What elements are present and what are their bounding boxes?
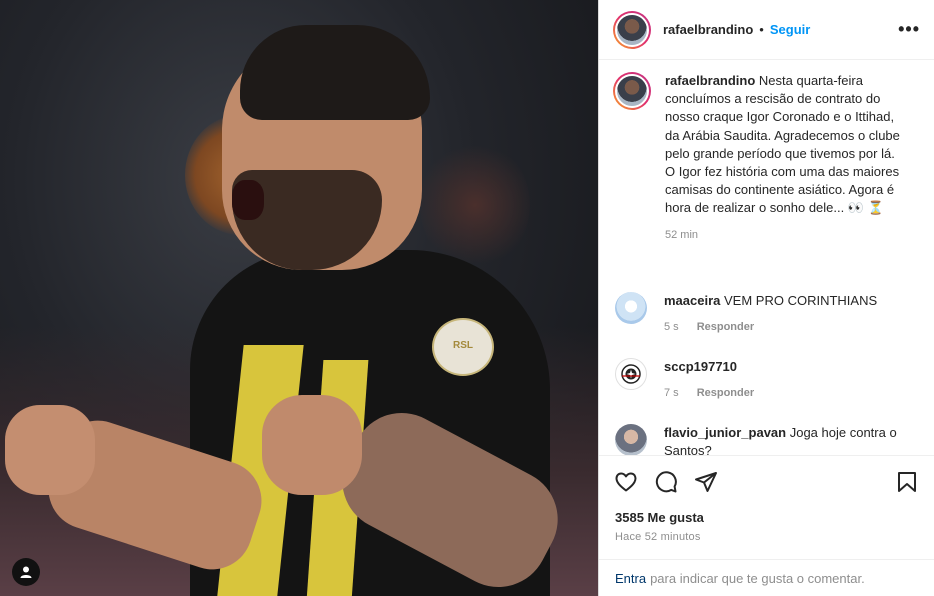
league-badge: RSL [432, 318, 494, 376]
instagram-post: RSL rafaelbrandino • Seguir ••• rafaelbr… [0, 0, 934, 596]
like-count[interactable]: 3585 Me gusta [599, 508, 934, 528]
player-fist-left [5, 405, 95, 495]
post-header: rafaelbrandino • Seguir ••• [599, 0, 934, 60]
comment-username[interactable]: flavio_junior_pavan [664, 425, 786, 440]
commenter-avatar[interactable] [615, 423, 647, 455]
follow-button[interactable]: Seguir [770, 22, 810, 37]
login-prompt-text: para indicar que te gusta o comentar. [650, 570, 865, 586]
player-mouth [232, 180, 264, 220]
tagged-users-button[interactable] [12, 558, 40, 586]
comment-timestamp[interactable]: 7 s [664, 384, 679, 402]
commenter-avatar[interactable] [615, 291, 647, 324]
player-fist-right [262, 395, 362, 495]
comment-item: flavio_junior_pavan Joga hoje contra o S… [613, 423, 920, 455]
bookmark-icon [898, 472, 916, 492]
reply-button[interactable]: Responder [697, 318, 754, 336]
author-avatar[interactable] [613, 10, 651, 49]
caption-username[interactable]: rafaelbrandino [665, 73, 755, 88]
comment-item: sccp197710 7 s Responder [613, 357, 920, 402]
comment-timestamp[interactable]: 5 s [664, 318, 679, 336]
more-options-icon[interactable]: ••• [898, 19, 920, 40]
login-link[interactable]: Entra [615, 571, 646, 586]
post-photo[interactable]: RSL [0, 0, 598, 596]
caption-author-avatar[interactable] [613, 72, 651, 110]
separator-dot: • [759, 22, 764, 37]
bokeh-light [420, 140, 530, 270]
caption-text: Nesta quarta-feira concluímos a rescisão… [665, 73, 900, 216]
share-icon [695, 472, 717, 492]
post-date[interactable]: Hace 52 minutos [599, 529, 934, 545]
comment-text: VEM PRO CORINTHIANS [724, 292, 878, 308]
player-hair [240, 25, 430, 120]
author-username[interactable]: rafaelbrandino [663, 22, 753, 37]
post-caption: rafaelbrandino Nesta quarta-feira conclu… [613, 72, 920, 244]
post-side-panel: rafaelbrandino • Seguir ••• rafaelbrandi… [598, 0, 934, 596]
save-button[interactable] [894, 469, 920, 495]
like-button[interactable] [613, 469, 639, 495]
corinthians-crest-icon [621, 364, 641, 384]
user-icon [20, 566, 32, 578]
share-button[interactable] [693, 469, 719, 495]
league-badge-text: RSL [453, 340, 473, 351]
caption-timestamp[interactable]: 52 min [665, 226, 905, 244]
comment-button[interactable] [653, 469, 679, 495]
commenter-avatar[interactable] [615, 357, 647, 390]
comment-icon [655, 471, 677, 493]
comment-item: maaceira VEM PRO CORINTHIANS 5 s Respond… [613, 291, 920, 336]
heart-icon [615, 472, 637, 492]
comment-username[interactable]: maaceira [664, 293, 720, 308]
reply-button[interactable]: Responder [697, 384, 754, 402]
comments-section[interactable]: rafaelbrandino Nesta quarta-feira conclu… [599, 60, 934, 456]
comment-username[interactable]: sccp197710 [664, 359, 737, 374]
login-prompt: Entra para indicar que te gusta o coment… [599, 559, 934, 596]
action-bar [599, 456, 934, 508]
